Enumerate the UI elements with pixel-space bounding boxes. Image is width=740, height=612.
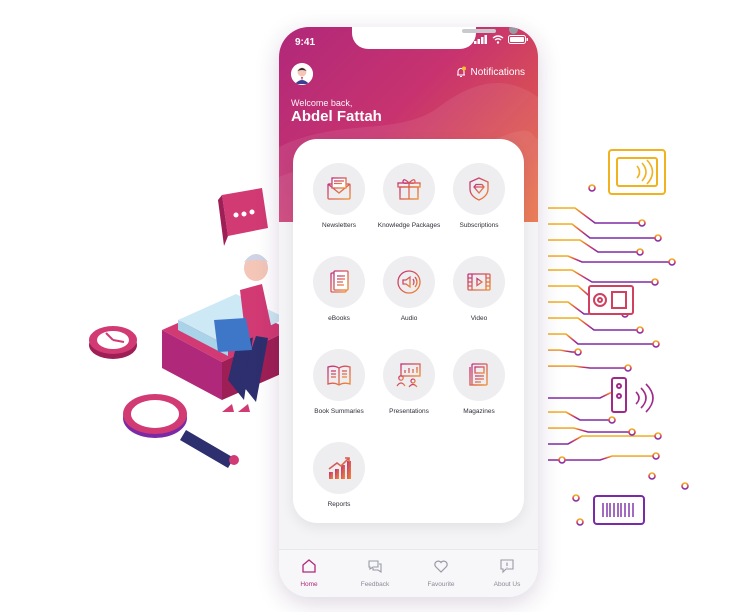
avatar-person-icon [291, 63, 313, 85]
tile-icon-circle [313, 163, 365, 215]
menu-tile-label: Video [470, 315, 488, 322]
circuit-lines [548, 171, 685, 523]
menu-tile-audio[interactable]: Audio [371, 246, 447, 326]
menu-tile-label: Presentations [389, 408, 429, 415]
speaker-icon [397, 270, 421, 294]
ebook-icon [330, 270, 349, 293]
notifications-label: Notifications [470, 66, 525, 78]
presentation-board-icon [396, 363, 421, 388]
gift-box-icon [397, 179, 421, 200]
nav-label: Favourite [427, 581, 455, 588]
menu-tile-label: Audio [400, 315, 418, 322]
menu-tile-reports[interactable]: Reports [301, 432, 377, 512]
notifications-button[interactable]: Notifications [455, 66, 525, 78]
chat-bubble-illustration [218, 188, 268, 246]
tile-icon-circle [313, 349, 365, 401]
tile-icon-circle [453, 256, 505, 308]
bottom-navigation: Home Feedback Favourite About Us [279, 549, 538, 597]
tile-icon-circle [453, 349, 505, 401]
status-time: 9:41 [295, 37, 316, 48]
user-name: Abdel Fattah [291, 108, 382, 125]
nav-label: Feedback [360, 581, 390, 588]
bell-icon [456, 66, 466, 78]
open-book-icon [327, 365, 351, 386]
status-icons [474, 35, 528, 44]
menu-tile-ebooks[interactable]: eBooks [301, 246, 377, 326]
film-play-icon [467, 273, 491, 291]
menu-tile-knowledge-packages[interactable]: Knowledge Packages [371, 153, 447, 233]
clock-illustration [89, 326, 137, 359]
barcode-device [593, 495, 645, 525]
menu-tile-subscriptions[interactable]: Subscriptions [441, 153, 517, 233]
welcome-text: Welcome back, [291, 98, 353, 108]
tile-icon-circle [313, 256, 365, 308]
tile-icon-circle [383, 163, 435, 215]
envelope-icon [327, 177, 351, 200]
magazine-icon [469, 363, 488, 386]
tile-icon-circle [383, 349, 435, 401]
menu-tile-label: Magazines [463, 408, 495, 415]
menu-tile-label: eBooks [328, 315, 350, 322]
menu-tile-label: Newsletters [322, 222, 356, 229]
circuit-nodes [558, 184, 689, 526]
info-bubble-icon [500, 559, 514, 574]
menu-tile-label: Reports [327, 501, 351, 508]
magnifier-illustration [123, 394, 239, 468]
menu-tile-newsletters[interactable]: Newsletters [301, 153, 377, 233]
user-avatar[interactable] [291, 63, 313, 85]
reader-device [588, 285, 634, 315]
tile-icon-circle [313, 442, 365, 494]
phone-notch [352, 27, 518, 49]
menu-tile-label: Book Summaries [314, 408, 364, 415]
heart-icon [434, 560, 448, 573]
nav-favourite[interactable]: Favourite [411, 558, 471, 588]
signal-icon [474, 35, 487, 44]
diamond-shield-icon [469, 177, 489, 201]
menu-tile-label: Knowledge Packages [377, 222, 441, 229]
home-icon [302, 559, 316, 573]
nfc-card-device [608, 149, 666, 195]
menu-tile-book-summaries[interactable]: Book Summaries [301, 339, 377, 419]
wifi-icon [492, 35, 504, 44]
nav-home[interactable]: Home [279, 558, 339, 588]
wireless-device [611, 377, 654, 413]
growth-chart-icon [328, 457, 351, 479]
nav-about-us[interactable]: About Us [477, 558, 537, 588]
nav-label: About Us [493, 581, 521, 588]
menu-tile-video[interactable]: Video [441, 246, 517, 326]
menu-tile-label: Subscriptions [459, 222, 499, 229]
menu-card: Newsletters Knowledge Packages Subscript… [293, 139, 524, 523]
nav-label: Home [300, 581, 318, 588]
nav-feedback[interactable]: Feedback [345, 558, 405, 588]
tile-icon-circle [383, 256, 435, 308]
menu-tile-presentations[interactable]: Presentations [371, 339, 447, 419]
menu-tile-magazines[interactable]: Magazines [441, 339, 517, 419]
chat-bubbles-icon [368, 560, 382, 574]
speaker-grille [462, 29, 496, 33]
phone-frame: 9:41 Notifications Welcome back, Abdel F… [279, 27, 538, 597]
tile-icon-circle [453, 163, 505, 215]
battery-icon [508, 35, 528, 44]
